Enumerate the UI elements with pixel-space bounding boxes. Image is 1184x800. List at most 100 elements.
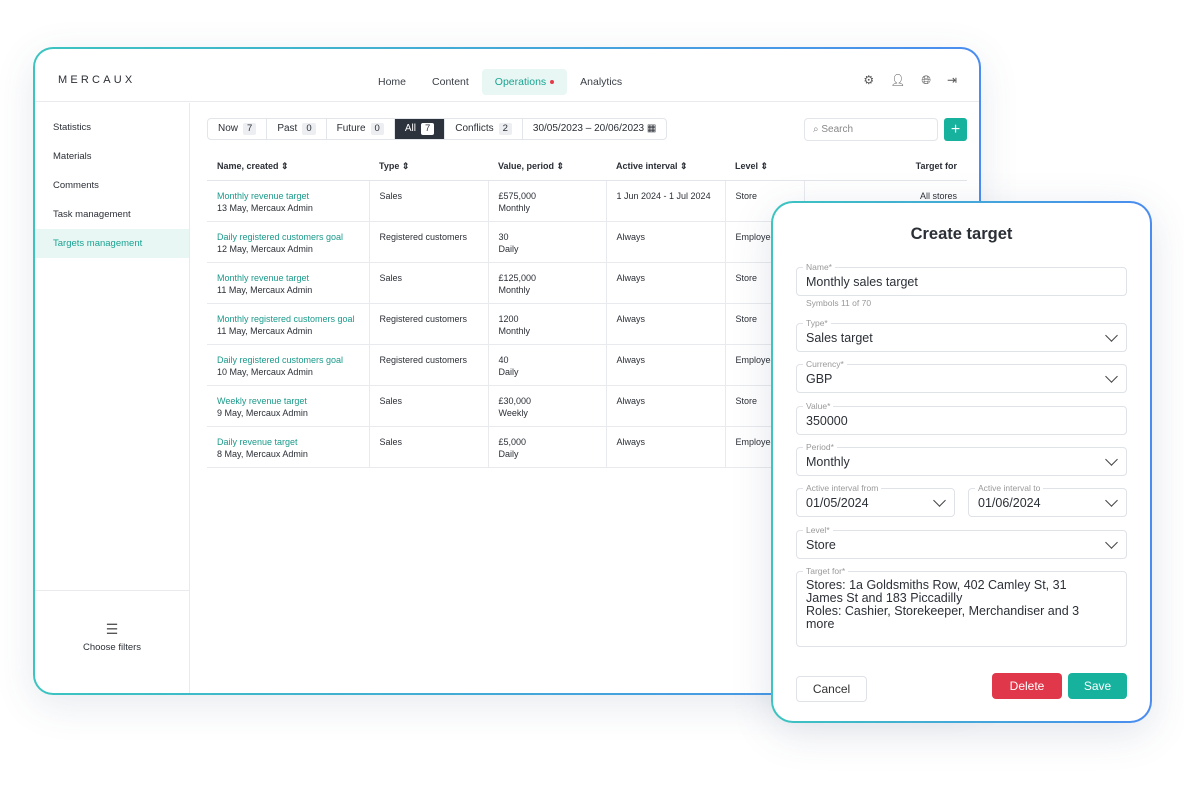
value-cell: £125,000 Monthly <box>488 262 607 304</box>
value-cell: £5,000 Daily <box>488 426 607 468</box>
type-cell: Sales <box>369 262 489 304</box>
search-input[interactable]: ⌕ Search <box>804 118 938 141</box>
nav-operations-label: Operations <box>494 76 547 88</box>
name-cell: Daily registered customers goal 10 May, M… <box>207 344 370 386</box>
chevron-down-icon <box>1105 494 1118 507</box>
sidebar: Statistics Materials Comments Task manag… <box>35 103 190 693</box>
tab-conflicts[interactable]: Conflicts 2 <box>445 119 523 139</box>
interval-cell: Always <box>606 385 726 427</box>
target-name-link[interactable]: Monthly revenue target <box>217 272 359 284</box>
col-type[interactable]: Type ⇕ <box>369 153 488 181</box>
choose-filters-label: Choose filters <box>82 642 142 653</box>
save-button[interactable]: Save <box>1068 673 1127 699</box>
interval-cell: 1 Jun 2024 - 1 Jul 2024 <box>606 180 726 222</box>
gear-icon[interactable]: ⚙ <box>863 73 874 88</box>
count-badge: 7 <box>420 123 435 135</box>
type-select[interactable]: Type* Sales target <box>796 318 1127 352</box>
count-badge: 2 <box>498 123 512 135</box>
type-cell: Registered customers <box>369 344 489 386</box>
created-info: 12 May, Mercaux Admin <box>217 243 313 254</box>
create-target-dialog: Create target Name* Monthly sales target … <box>771 201 1152 723</box>
date-range-picker[interactable]: 30/05/2023 – 20/06/2023 ▦ <box>523 119 666 139</box>
name-cell: Monthly registered customers goal 11 May,… <box>207 303 370 345</box>
name-cell: Weekly revenue target 9 May, Mercaux Admi… <box>207 385 370 427</box>
tab-future[interactable]: Future 0 <box>327 119 395 139</box>
created-info: 8 May, Mercaux Admin <box>217 448 308 459</box>
name-cell: Daily revenue target 8 May, Mercaux Admin <box>207 426 370 468</box>
chevron-down-icon <box>1105 453 1118 466</box>
value-cell: 40 Daily <box>488 344 607 386</box>
col-name[interactable]: Name, created ⇕ <box>207 153 369 181</box>
currency-select[interactable]: Currency* GBP <box>796 359 1127 393</box>
type-cell: Sales <box>369 385 489 427</box>
interval-to-select[interactable]: Active interval to 01/06/2024 <box>968 483 1127 517</box>
count-badge: 7 <box>243 123 257 135</box>
search-icon: ⌕ <box>813 124 819 135</box>
nav-content[interactable]: Content <box>419 69 482 95</box>
user-icon[interactable]: 👤︎ <box>890 73 905 88</box>
sidebar-item-materials[interactable]: Materials <box>35 142 189 171</box>
created-info: 13 May, Mercaux Admin <box>217 202 313 213</box>
calendar-icon: ▦ <box>646 123 657 134</box>
interval-cell: Always <box>606 221 726 263</box>
type-cell: Sales <box>369 426 489 468</box>
sidebar-item-statistics[interactable]: Statistics <box>35 113 189 142</box>
sidebar-item-targets-management[interactable]: Targets management <box>35 229 189 258</box>
period-select[interactable]: Period* Monthly <box>796 442 1127 476</box>
tab-past[interactable]: Past 0 <box>267 119 327 139</box>
name-field[interactable]: Name* Monthly sales target <box>796 262 1127 296</box>
nav-operations[interactable]: Operations <box>481 69 568 95</box>
value-field[interactable]: Value* 350000 <box>796 401 1127 435</box>
delete-button[interactable]: Delete <box>992 673 1062 699</box>
interval-cell: Always <box>606 426 726 468</box>
col-interval[interactable]: Active interval ⇕ <box>606 153 725 181</box>
col-target: Target for <box>804 153 967 181</box>
nav-analytics[interactable]: Analytics <box>567 69 635 95</box>
target-name-link[interactable]: Monthly registered customers goal <box>217 313 359 325</box>
chevron-down-icon <box>933 494 946 507</box>
chevron-down-icon <box>1105 370 1118 383</box>
choose-filters-button[interactable]: ☰ Choose filters <box>35 590 189 693</box>
filters-icon: ☰ <box>105 621 119 637</box>
interval-cell: Always <box>606 262 726 304</box>
top-header: MERCAUX Home Content Operations Analytic… <box>35 49 979 102</box>
value-cell: 30 Daily <box>488 221 607 263</box>
target-name-link[interactable]: Monthly revenue target <box>217 190 359 202</box>
interval-cell: Always <box>606 303 726 345</box>
value-cell: 1200 Monthly <box>488 303 607 345</box>
add-target-button[interactable]: + <box>944 118 967 141</box>
name-cell: Monthly revenue target 13 May, Mercaux Ad… <box>207 180 370 222</box>
target-name-link[interactable]: Daily registered customers goal <box>217 354 359 366</box>
created-info: 11 May, Mercaux Admin <box>217 284 313 295</box>
sidebar-item-task-management[interactable]: Task management <box>35 200 189 229</box>
target-for-field[interactable]: Target for* Stores: 1a Goldsmiths Row, 40… <box>796 566 1127 647</box>
created-info: 9 May, Mercaux Admin <box>217 407 308 418</box>
created-info: 11 May, Mercaux Admin <box>217 325 313 336</box>
level-select[interactable]: Level* Store <box>796 525 1127 559</box>
main-nav: Home Content Operations Analytics <box>365 69 635 95</box>
type-cell: Registered customers <box>369 221 489 263</box>
logo: MERCAUX <box>58 74 136 86</box>
dialog-title: Create target <box>910 225 1013 243</box>
tab-all[interactable]: All 7 <box>394 119 446 139</box>
chevron-down-icon <box>1105 329 1118 342</box>
tab-now[interactable]: Now 7 <box>208 119 268 139</box>
notification-dot <box>550 80 555 85</box>
target-name-link[interactable]: Daily registered customers goal <box>217 231 359 243</box>
col-value[interactable]: Value, period ⇕ <box>488 153 606 181</box>
type-cell: Sales <box>369 180 489 222</box>
name-cell: Daily registered customers goal 12 May, M… <box>207 221 370 263</box>
col-level[interactable]: Level ⇕ <box>725 153 804 181</box>
nav-home[interactable]: Home <box>365 69 419 95</box>
type-cell: Registered customers <box>369 303 489 345</box>
cancel-button[interactable]: Cancel <box>796 676 867 702</box>
sidebar-item-comments[interactable]: Comments <box>35 171 189 200</box>
target-name-link[interactable]: Weekly revenue target <box>217 395 359 407</box>
value-cell: £575,000 Monthly <box>488 180 607 222</box>
globe-icon[interactable]: 🌐︎ <box>921 73 931 88</box>
count-badge: 0 <box>370 123 384 135</box>
logout-icon[interactable]: ⇥ <box>947 73 957 88</box>
target-name-link[interactable]: Daily revenue target <box>217 436 359 448</box>
created-info: 10 May, Mercaux Admin <box>217 366 313 377</box>
interval-from-select[interactable]: Active interval from 01/05/2024 <box>796 483 955 517</box>
